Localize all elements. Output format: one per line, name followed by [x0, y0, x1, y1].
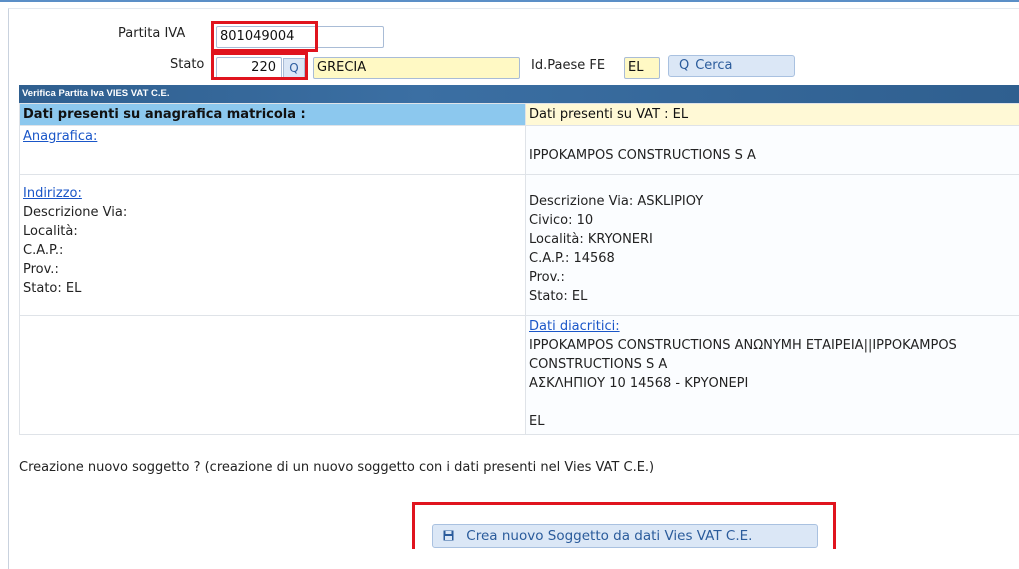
- diacritici-link[interactable]: Dati diacritici:: [529, 317, 1019, 336]
- table-row: Dati diacritici: IPPOKAMPOS CONSTRUCTION…: [20, 316, 1019, 435]
- stato-highlight: [211, 52, 308, 80]
- anagrafica-value: IPPOKAMPOS CONSTRUCTIONS S A: [529, 146, 1019, 165]
- table-header-row: Dati presenti su anagrafica matricola : …: [20, 104, 1019, 126]
- left-anagrafica-cell: Anagrafica:: [20, 126, 526, 175]
- table-row: Indirizzo: Descrizione Via: Località: C.…: [20, 175, 1019, 316]
- left-stato: Stato: EL: [23, 279, 522, 298]
- diacritici-line1: IPPOKAMPOS CONSTRUCTIONS ΑΝΩΝΥΜΗ ΕΤΑΙΡΕΙ…: [529, 336, 1019, 355]
- top-accent-line: [0, 0, 1019, 2]
- vies-comparison-table: Dati presenti su anagrafica matricola : …: [19, 103, 1019, 435]
- left-indirizzo-cell: Indirizzo: Descrizione Via: Località: C.…: [20, 175, 526, 316]
- right-diacritici-cell: Dati diacritici: IPPOKAMPOS CONSTRUCTION…: [526, 316, 1019, 435]
- right-anagrafica-cell: IPPOKAMPOS CONSTRUCTIONS S A: [526, 126, 1019, 175]
- left-cap: C.A.P.:: [23, 241, 522, 260]
- stato-label: Stato: [170, 57, 204, 72]
- crea-button-highlight: [412, 502, 836, 549]
- right-prov: Prov.:: [529, 268, 1019, 287]
- left-localita: Località:: [23, 222, 522, 241]
- left-column-header: Dati presenti su anagrafica matricola :: [20, 104, 526, 126]
- diacritici-line2: CONSTRUCTIONS S A: [529, 355, 1019, 374]
- right-civico: Civico: 10: [529, 211, 1019, 230]
- right-column-header: Dati presenti su VAT : EL: [526, 104, 1019, 126]
- id-paese-input[interactable]: EL: [624, 57, 660, 79]
- cerca-label: Cerca: [695, 58, 732, 73]
- table-row: Anagrafica: IPPOKAMPOS CONSTRUCTIONS S A: [20, 126, 1019, 175]
- anagrafica-link[interactable]: Anagrafica:: [23, 129, 97, 144]
- stato-name-input[interactable]: GRECIA: [313, 57, 520, 79]
- vies-panel-title: Verifica Partita Iva VIES VAT C.E.: [19, 85, 1019, 103]
- diacritici-line4: EL: [529, 412, 1019, 431]
- id-paese-label: Id.Paese FE: [531, 58, 605, 73]
- creazione-question: Creazione nuovo soggetto ? (creazione di…: [19, 460, 654, 475]
- partita-iva-highlight: [211, 21, 318, 52]
- search-icon: Q: [679, 58, 689, 73]
- left-descrizione-via: Descrizione Via:: [23, 203, 522, 222]
- diacritici-line3: ΑΣΚΛΗΠΙΟΥ 10 14568 - ΚΡΥΟΝΕΡΙ: [529, 374, 1019, 393]
- left-empty-cell: [20, 316, 526, 435]
- right-descrizione-via: Descrizione Via: ASKLIPIOY: [529, 192, 1019, 211]
- partita-iva-label: Partita IVA: [118, 26, 185, 41]
- indirizzo-link[interactable]: Indirizzo:: [23, 184, 522, 203]
- right-indirizzo-cell: Descrizione Via: ASKLIPIOY Civico: 10 Lo…: [526, 175, 1019, 316]
- right-localita: Località: KRYONERI: [529, 230, 1019, 249]
- cerca-button[interactable]: Q Cerca: [668, 55, 795, 77]
- right-cap: C.A.P.: 14568: [529, 249, 1019, 268]
- right-stato: Stato: EL: [529, 287, 1019, 306]
- left-prov: Prov.:: [23, 260, 522, 279]
